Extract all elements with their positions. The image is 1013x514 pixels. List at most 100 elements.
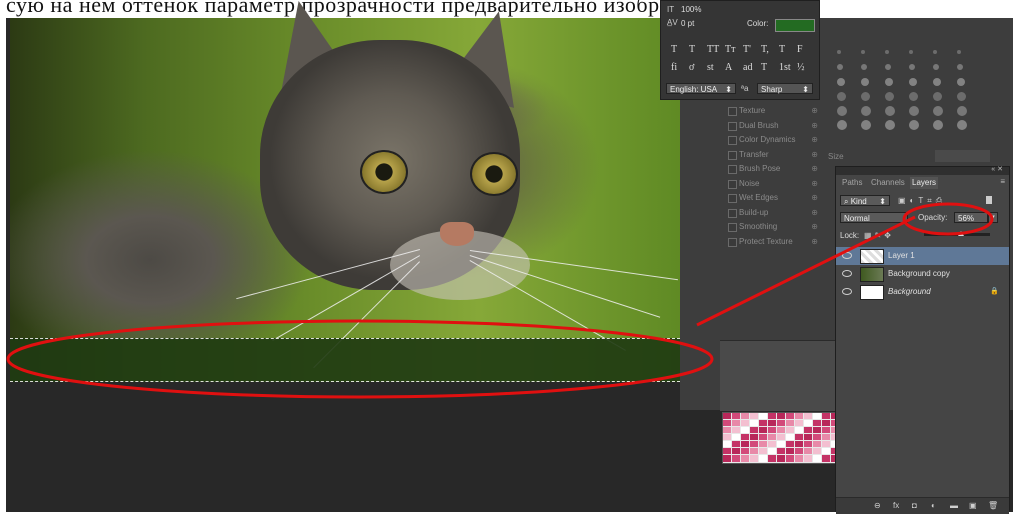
visibility-eye-icon[interactable] bbox=[842, 252, 852, 259]
brush-tip[interactable] bbox=[957, 50, 961, 54]
lock-icon[interactable]: ⊕ bbox=[811, 133, 818, 147]
brush-tip[interactable] bbox=[861, 92, 870, 101]
typographic-style-button[interactable]: T bbox=[671, 44, 677, 55]
brush-tip[interactable] bbox=[909, 50, 913, 54]
brush-tip[interactable] bbox=[861, 106, 871, 116]
layer-row[interactable]: Layer 1 bbox=[836, 247, 1009, 265]
brush-tip[interactable] bbox=[909, 120, 919, 130]
antialias-select[interactable]: Sharp ⬍ bbox=[757, 83, 813, 94]
filter-kind-select[interactable]: ⌕ Kind ⬍ bbox=[840, 195, 890, 206]
brush-option-checkbox[interactable] bbox=[728, 237, 737, 247]
opentype-feature-button[interactable]: 1st bbox=[779, 62, 791, 73]
typographic-style-button[interactable]: T bbox=[689, 44, 695, 55]
brush-tip[interactable] bbox=[957, 120, 967, 130]
brush-tip[interactable] bbox=[933, 64, 939, 70]
brush-option-checkbox[interactable] bbox=[728, 136, 737, 145]
opacity-dropdown-icon[interactable]: ▾ bbox=[988, 212, 998, 223]
brush-option-checkbox[interactable] bbox=[728, 179, 737, 189]
brush-tip[interactable] bbox=[861, 64, 867, 70]
lock-icon[interactable]: ⊕ bbox=[811, 206, 818, 220]
opentype-feature-button[interactable]: A bbox=[725, 62, 732, 73]
brush-option-checkbox[interactable] bbox=[728, 194, 737, 203]
layer-row[interactable]: Background 🔒 bbox=[836, 283, 1009, 301]
layer-row[interactable]: Background copy bbox=[836, 265, 1009, 283]
typographic-style-button[interactable]: TT bbox=[707, 44, 719, 55]
filter-toggle-icon[interactable] bbox=[986, 196, 992, 204]
brush-tip[interactable] bbox=[933, 78, 941, 86]
brush-option-item[interactable]: Dual Brush ⊕ bbox=[720, 119, 820, 133]
brush-size-slider[interactable] bbox=[935, 150, 990, 162]
brush-tip[interactable] bbox=[837, 64, 843, 70]
brush-tip[interactable] bbox=[933, 92, 942, 101]
brush-tip[interactable] bbox=[957, 78, 965, 86]
leading-value[interactable]: 100% bbox=[681, 5, 701, 14]
brush-tip[interactable] bbox=[861, 78, 869, 86]
brush-option-item[interactable]: Noise ⊕ bbox=[720, 177, 820, 191]
brush-tip[interactable] bbox=[909, 106, 919, 116]
brush-tip[interactable] bbox=[837, 50, 841, 54]
opacity-slider-handle[interactable] bbox=[958, 231, 964, 236]
brush-tip[interactable] bbox=[885, 64, 891, 70]
brush-option-checkbox[interactable] bbox=[728, 150, 737, 160]
adjustment-icon[interactable]: ◐ bbox=[931, 501, 936, 510]
opentype-feature-button[interactable]: ½ bbox=[797, 62, 805, 73]
brush-tip[interactable] bbox=[837, 78, 845, 86]
brush-tip[interactable] bbox=[885, 78, 893, 86]
mask-icon[interactable]: ◘ bbox=[912, 501, 917, 510]
brush-option-checkbox[interactable] bbox=[728, 165, 737, 174]
brush-tip[interactable] bbox=[837, 92, 846, 101]
brush-option-checkbox[interactable] bbox=[728, 223, 737, 232]
brush-tip[interactable] bbox=[885, 120, 895, 130]
lock-icons[interactable]: ▦✎✥ bbox=[864, 231, 894, 240]
brush-tip[interactable] bbox=[933, 106, 943, 116]
fx-icon[interactable]: fx bbox=[893, 501, 899, 510]
visibility-eye-icon[interactable] bbox=[842, 270, 852, 277]
opentype-feature-button[interactable]: st bbox=[707, 62, 714, 73]
visibility-eye-icon[interactable] bbox=[842, 288, 852, 295]
brush-tip[interactable] bbox=[957, 92, 966, 101]
opacity-input[interactable]: 56% bbox=[954, 212, 988, 223]
brush-option-item[interactable]: Smoothing ⊕ bbox=[720, 220, 820, 234]
brush-tip[interactable] bbox=[885, 106, 895, 116]
language-select[interactable]: English: USA ⬍ bbox=[666, 83, 736, 94]
opacity-slider[interactable] bbox=[924, 233, 990, 236]
brush-option-item[interactable]: Brush Pose ⊕ bbox=[720, 162, 820, 176]
opentype-feature-button[interactable]: fi bbox=[671, 62, 677, 73]
brush-option-item[interactable]: Build-up ⊕ bbox=[720, 206, 820, 220]
brush-option-checkbox[interactable] bbox=[728, 121, 737, 131]
lock-icon[interactable]: ⊕ bbox=[811, 148, 818, 162]
brush-tip[interactable] bbox=[885, 50, 889, 54]
brush-option-item[interactable]: Transfer ⊕ bbox=[720, 148, 820, 162]
brush-option-item[interactable]: Texture ⊕ bbox=[720, 104, 820, 118]
opentype-feature-button[interactable]: T bbox=[761, 62, 767, 73]
brush-tip[interactable] bbox=[885, 92, 894, 101]
tab-paths[interactable]: Paths bbox=[840, 177, 864, 189]
typographic-style-button[interactable]: T' bbox=[743, 44, 751, 55]
brush-tip[interactable] bbox=[957, 64, 963, 70]
brush-tip[interactable] bbox=[933, 120, 943, 130]
typographic-style-button[interactable]: T bbox=[779, 44, 785, 55]
brush-tip[interactable] bbox=[909, 78, 917, 86]
brush-option-item[interactable]: Wet Edges ⊕ bbox=[720, 191, 820, 205]
tracking-value[interactable]: 0 pt bbox=[681, 19, 694, 28]
brush-tip-grid[interactable] bbox=[825, 42, 993, 137]
brush-option-item[interactable]: Protect Texture ⊕ bbox=[720, 235, 820, 249]
brush-tip[interactable] bbox=[861, 120, 871, 130]
pattern-swatch[interactable] bbox=[722, 412, 839, 464]
brush-option-item[interactable]: Color Dynamics ⊕ bbox=[720, 133, 820, 147]
brush-tip[interactable] bbox=[957, 106, 967, 116]
blend-mode-select[interactable]: Normal bbox=[840, 212, 908, 223]
tab-channels[interactable]: Channels bbox=[869, 177, 907, 189]
lock-icon[interactable]: ⊕ bbox=[811, 235, 818, 249]
panel-menu-icon[interactable]: ≡ bbox=[1000, 177, 1005, 186]
folder-icon[interactable]: ▬ bbox=[950, 501, 958, 510]
typographic-style-button[interactable]: T, bbox=[761, 44, 769, 55]
brush-option-checkbox[interactable] bbox=[728, 208, 737, 218]
opentype-feature-button[interactable]: ad bbox=[743, 62, 752, 73]
tab-layers[interactable]: Layers bbox=[910, 177, 939, 189]
selection-marquee-layer[interactable] bbox=[10, 338, 680, 382]
trash-icon[interactable]: 🗑 bbox=[988, 501, 998, 510]
new-layer-icon[interactable]: ▣ bbox=[969, 501, 977, 510]
link-icon[interactable]: ⊖ bbox=[874, 501, 881, 510]
lock-icon[interactable]: ⊕ bbox=[811, 220, 818, 234]
